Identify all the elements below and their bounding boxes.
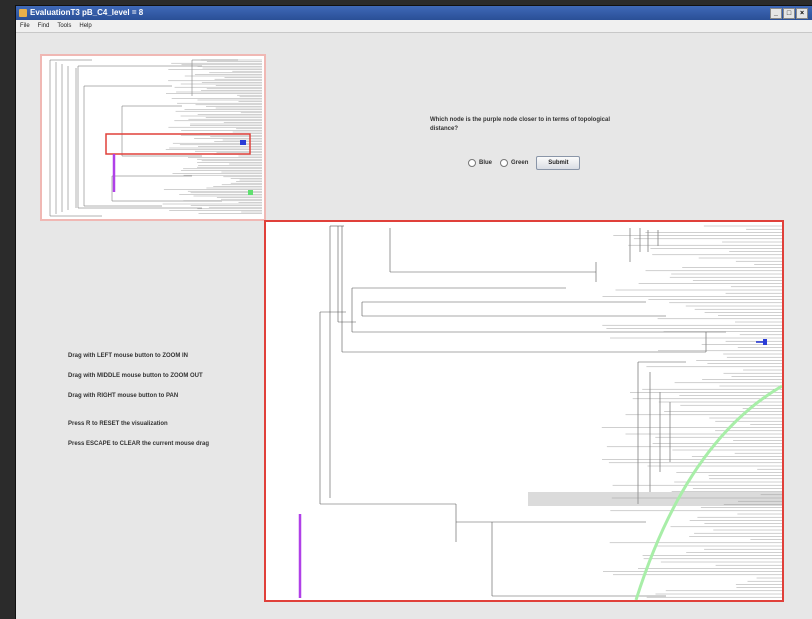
overview-tree-canvas[interactable] bbox=[42, 56, 264, 219]
close-button[interactable]: × bbox=[796, 8, 808, 19]
menu-bar: File Find Tools Help bbox=[16, 20, 812, 33]
option-blue-label: Blue bbox=[479, 160, 493, 166]
maximize-button[interactable]: □ bbox=[783, 8, 795, 19]
radio-circle-icon bbox=[468, 159, 476, 167]
option-green-label: Green bbox=[511, 160, 529, 166]
title-bar[interactable]: EvaluationT3 pB_C4_level = 8 _ □ × bbox=[16, 6, 812, 20]
main-tree-view[interactable] bbox=[264, 220, 784, 602]
menu-tools[interactable]: Tools bbox=[57, 20, 71, 32]
minimize-button[interactable]: _ bbox=[770, 8, 782, 19]
window-controls: _ □ × bbox=[770, 8, 808, 19]
instruction-zoom-out: Drag with MIDDLE mouse button to ZOOM OU… bbox=[68, 373, 203, 379]
answer-controls: Blue Green Submit bbox=[468, 156, 581, 170]
main-tree-canvas[interactable] bbox=[266, 222, 782, 600]
instructions-panel: Drag with LEFT mouse button to ZOOM IN D… bbox=[68, 352, 238, 448]
radio-circle-icon bbox=[500, 159, 509, 167]
instruction-pan: Drag with RIGHT mouse button to PAN bbox=[68, 393, 179, 399]
option-green-radio[interactable]: Green bbox=[500, 159, 528, 167]
overview-tree-panel[interactable] bbox=[40, 54, 266, 221]
instruction-zoom-in: Drag with LEFT mouse button to ZOOM IN bbox=[68, 353, 188, 359]
instruction-reset: Press R to RESET the visualization bbox=[68, 421, 168, 427]
option-blue-radio[interactable]: Blue bbox=[468, 159, 492, 167]
submit-button[interactable]: Submit bbox=[536, 156, 581, 170]
menu-help[interactable]: Help bbox=[79, 20, 91, 32]
java-app-icon bbox=[19, 9, 27, 17]
question-text: Which node is the purple node closer to … bbox=[430, 117, 611, 132]
menu-find[interactable]: Find bbox=[38, 20, 50, 32]
application-window: EvaluationT3 pB_C4_level = 8 _ □ × File … bbox=[16, 6, 812, 619]
window-title: EvaluationT3 pB_C4_level = 8 bbox=[30, 8, 144, 17]
instruction-clear: Press ESCAPE to CLEAR the current mouse … bbox=[68, 441, 210, 447]
menu-file[interactable]: File bbox=[20, 20, 30, 32]
